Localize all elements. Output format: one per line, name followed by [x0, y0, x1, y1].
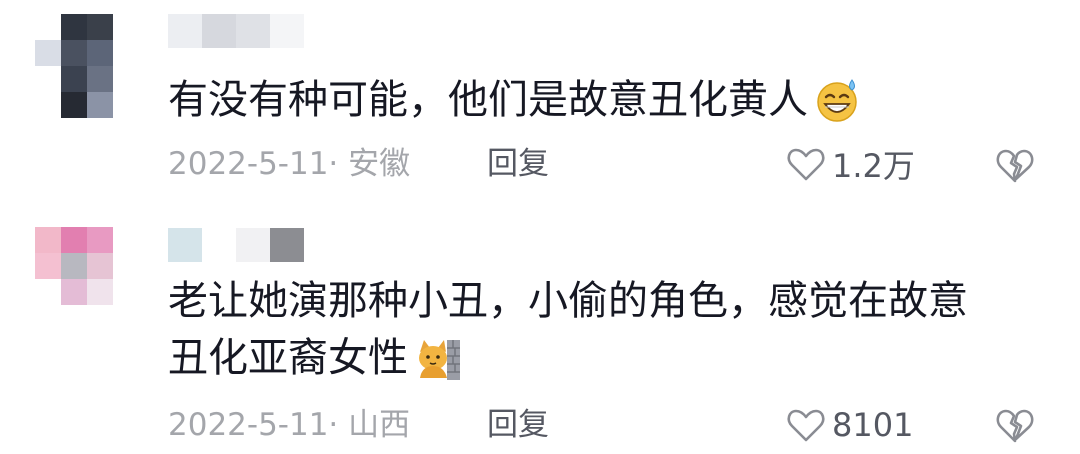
- reply-button[interactable]: 回复: [487, 405, 549, 445]
- like-count: 8101: [832, 406, 914, 444]
- comment-text-line: 丑化亚裔女性: [168, 335, 408, 381]
- comment-item: 老让她演那种小丑，小偷的角色，感觉在故意 丑化亚裔女性 2022-5-11· 山…: [0, 215, 1080, 454]
- grinning-sweat-emoji: [814, 76, 862, 124]
- like-button[interactable]: 8101: [786, 403, 913, 447]
- comment-date-location: 2022-5-11· 安徽: [168, 146, 411, 182]
- broken-heart-icon[interactable]: [995, 405, 1035, 445]
- username-blurred[interactable]: [168, 14, 304, 50]
- avatar[interactable]: [35, 227, 139, 331]
- comment-text: 丑化亚裔女性: [168, 334, 462, 382]
- comment-date-location: 2022-5-11· 山西: [168, 407, 411, 443]
- comment-text: 老让她演那种小丑，小偷的角色，感觉在故意: [168, 277, 968, 325]
- broken-heart-icon[interactable]: [995, 145, 1035, 185]
- comment-text: 有没有种可能，他们是故意丑化黄人: [168, 76, 862, 124]
- cat-peeking-behind-wall-emoji: [414, 334, 462, 382]
- like-count: 1.2万: [832, 147, 915, 185]
- heart-outline-icon: [787, 148, 825, 181]
- avatar[interactable]: [35, 14, 139, 118]
- reply-button[interactable]: 回复: [487, 144, 549, 184]
- comment-text-line: 老让她演那种小丑，小偷的角色，感觉在故意: [168, 278, 968, 324]
- heart-outline-icon: [787, 409, 825, 442]
- comment-item: 有没有种可能，他们是故意丑化黄人 2022-5-11· 安徽 回复 1.2万: [0, 0, 1080, 200]
- username-blurred[interactable]: [168, 228, 304, 264]
- comment-text-line: 有没有种可能，他们是故意丑化黄人: [168, 77, 808, 123]
- like-button[interactable]: 1.2万: [786, 142, 915, 186]
